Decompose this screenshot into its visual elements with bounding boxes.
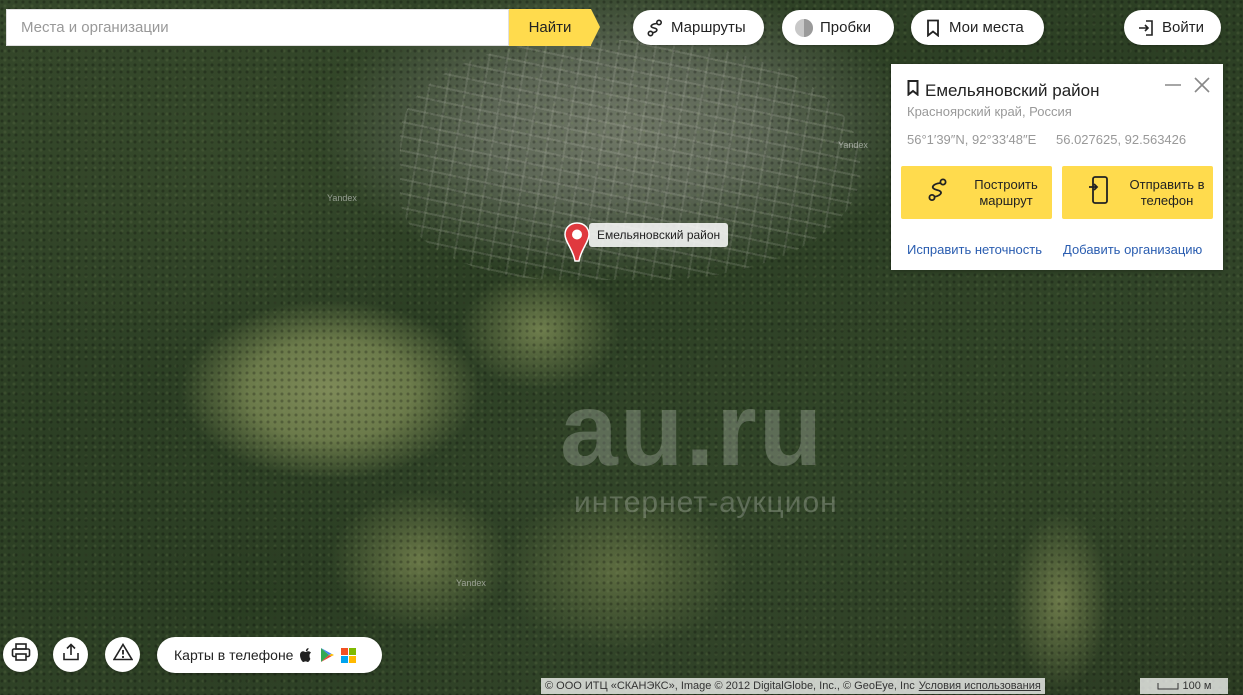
minimize-icon[interactable]: [1164, 76, 1182, 94]
traffic-icon: [794, 18, 814, 38]
map-scale: 100 м: [1140, 678, 1228, 694]
watermark-subtitle: интернет-аукцион: [574, 486, 838, 519]
place-info-card: Емельяновский район Красноярский край, Р…: [891, 64, 1223, 270]
terms-of-use-link[interactable]: Условия использования: [919, 680, 1041, 692]
card-title: Емельяновский район: [925, 80, 1100, 100]
apple-icon: [299, 647, 313, 663]
search-input[interactable]: [7, 10, 501, 45]
route-icon: [927, 178, 949, 207]
login-icon: [1136, 18, 1156, 38]
search-button[interactable]: Найти: [509, 9, 600, 46]
login-label: Войти: [1162, 19, 1204, 36]
scale-label: 100 м: [1182, 680, 1212, 692]
card-subtitle: Красноярский край, Россия: [907, 104, 1072, 119]
coordinates-dms[interactable]: 56°1′39″N, 92°33′48″E: [907, 132, 1036, 147]
login-button[interactable]: Войти: [1124, 10, 1221, 45]
print-button[interactable]: [3, 637, 38, 672]
routes-label: Маршруты: [671, 19, 746, 36]
watermark-logo: au.ru: [560, 372, 825, 488]
coordinates-decimal[interactable]: 56.027625, 92.563426: [1056, 132, 1186, 147]
traffic-button[interactable]: Пробки: [782, 10, 894, 45]
search-box: [6, 9, 509, 46]
google-play-icon: [319, 647, 335, 663]
route-icon: [645, 18, 665, 38]
traffic-label: Пробки: [820, 19, 871, 36]
my-places-label: Мои места: [949, 19, 1024, 36]
routes-button[interactable]: Маршруты: [633, 10, 764, 45]
fix-inaccuracy-link[interactable]: Исправить неточность: [907, 242, 1042, 257]
phone-icon: [1088, 176, 1110, 209]
build-route-button[interactable]: Построить маршрут: [901, 166, 1052, 219]
bookmark-icon: [923, 18, 943, 38]
marker-label[interactable]: Емельяновский район: [589, 223, 729, 247]
print-icon: [11, 643, 31, 666]
my-places-button[interactable]: Мои места: [911, 10, 1044, 45]
add-organization-link[interactable]: Добавить организацию: [1063, 242, 1202, 257]
map-watermark-label: Yandex: [838, 140, 868, 150]
warning-icon: [112, 642, 133, 666]
mobile-apps-button[interactable]: Карты в телефоне: [157, 637, 382, 673]
report-problem-button[interactable]: [105, 637, 140, 672]
map-pin-icon[interactable]: [563, 222, 591, 262]
send-to-phone-button[interactable]: Отправить в телефон: [1062, 166, 1213, 219]
card-header: Емельяновский район: [907, 80, 1099, 101]
send-to-phone-label: Отправить в телефон: [1129, 176, 1205, 208]
close-icon[interactable]: [1193, 76, 1211, 94]
scale-bar-icon: [1157, 683, 1178, 690]
share-icon: [62, 643, 80, 666]
copyright-bar: © ООО ИТЦ «СКАНЭКС», Image © 2012 Digita…: [541, 678, 1045, 694]
map-watermark-label: Yandex: [456, 578, 486, 588]
mobile-apps-label: Карты в телефоне: [174, 647, 294, 663]
share-button[interactable]: [53, 637, 88, 672]
windows-icon: [341, 647, 357, 663]
bookmark-icon[interactable]: [907, 80, 919, 101]
build-route-label: Построить маршрут: [974, 176, 1038, 208]
copyright-text: © ООО ИТЦ «СКАНЭКС», Image © 2012 Digita…: [545, 680, 915, 692]
map-watermark-label: Yandex: [327, 193, 357, 203]
